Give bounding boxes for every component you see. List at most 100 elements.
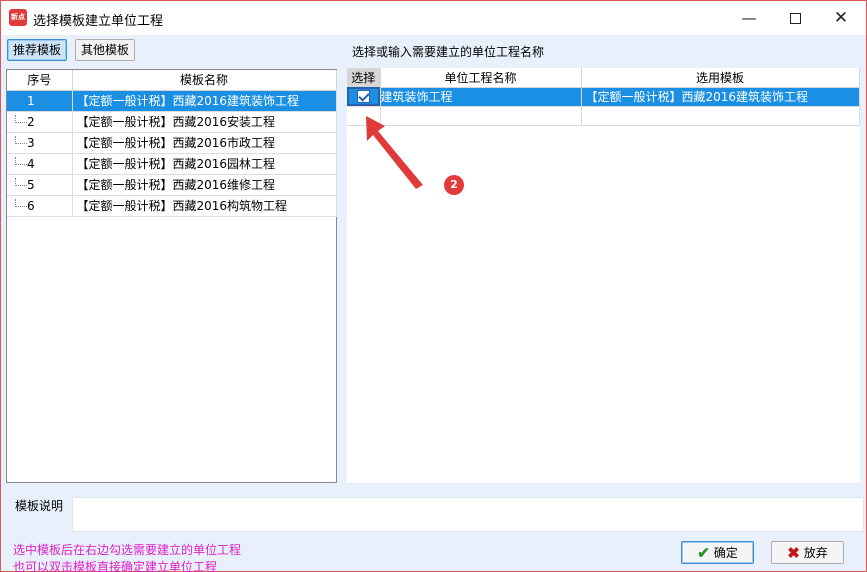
tree-connector-icon xyxy=(15,156,27,165)
table-row[interactable]: 4 【定额一般计税】西藏2016园林工程 xyxy=(7,153,337,175)
title-bar: 新点 选择模板建立单位工程 — ✕ xyxy=(1,1,866,35)
empty-cell xyxy=(7,384,72,405)
empty-cell xyxy=(72,384,336,405)
hint-text-1: 选中模板后在右边勾选需要建立的单位工程 xyxy=(13,543,242,557)
template-name-cell[interactable]: 【定额一般计税】西藏2016构筑物工程 xyxy=(72,195,337,217)
template-description-box[interactable] xyxy=(72,497,864,532)
template-cell[interactable] xyxy=(581,106,860,126)
template-name-cell[interactable]: 【定额一般计税】西藏2016维修工程 xyxy=(72,174,337,196)
project-name-label: 选择或输入需要建立的单位工程名称 xyxy=(352,45,545,59)
empty-cell xyxy=(72,342,336,363)
table-row-empty xyxy=(7,342,336,363)
col-header-template-name[interactable]: 模板名称 xyxy=(72,70,337,91)
empty-cell xyxy=(72,258,336,279)
confirm-button[interactable]: ✔ 确定 xyxy=(681,541,754,564)
table-row-empty xyxy=(7,237,336,258)
row-number-cell[interactable]: 2 xyxy=(7,111,73,133)
empty-cell xyxy=(7,216,72,237)
table-row-empty xyxy=(7,258,336,279)
tree-connector-icon xyxy=(15,114,27,123)
empty-cell xyxy=(72,405,336,426)
empty-cell xyxy=(7,363,72,384)
annotation-badge: 2 xyxy=(444,175,464,195)
empty-cell xyxy=(72,321,336,342)
template-table: 序号 模板名称 1 【定额一般计税】西藏2016建筑装饰工程 2 【定额一般计税】西藏… xyxy=(7,70,337,468)
table-row[interactable]: 建筑装饰工程 【定额一般计税】西藏2016建筑装饰工程 xyxy=(347,87,860,107)
empty-cell xyxy=(7,258,72,279)
tab-other-templates[interactable]: 其他模板 xyxy=(75,39,136,61)
close-button[interactable]: ✕ xyxy=(818,1,864,35)
table-header-row: 序号 模板名称 xyxy=(7,70,337,91)
cross-icon: ✖ xyxy=(787,544,800,562)
empty-cell xyxy=(7,300,72,321)
row-number: 5 xyxy=(27,177,35,192)
empty-cell xyxy=(7,279,72,300)
confirm-label: 确定 xyxy=(713,546,738,560)
row-number-cell[interactable]: 1 xyxy=(7,90,73,112)
table-row-empty xyxy=(7,447,336,468)
empty-cell xyxy=(72,300,336,321)
table-row[interactable]: 5 【定额一般计税】西藏2016维修工程 xyxy=(7,174,337,196)
table-header-row: 选择 单位工程名称 选用模板 xyxy=(347,68,860,88)
close-icon: ✕ xyxy=(833,8,849,28)
empty-cell xyxy=(72,237,336,258)
tree-connector-icon xyxy=(15,135,27,144)
table-row-empty xyxy=(7,384,336,405)
select-cell[interactable] xyxy=(347,87,381,107)
row-number-cell[interactable]: 4 xyxy=(7,153,73,175)
cancel-label: 放弃 xyxy=(803,546,828,560)
empty-cell xyxy=(7,447,72,468)
table-row-empty xyxy=(7,216,336,237)
app-logo-icon: 新点 xyxy=(9,9,27,26)
tree-connector-icon xyxy=(15,177,27,186)
empty-cell xyxy=(7,426,72,447)
row-number: 2 xyxy=(27,114,35,129)
table-row-empty xyxy=(7,321,336,342)
cancel-button[interactable]: ✖ 放弃 xyxy=(771,541,844,564)
table-row-empty xyxy=(7,363,336,384)
empty-cell xyxy=(7,237,72,258)
table-row[interactable]: 6 【定额一般计税】西藏2016构筑物工程 xyxy=(7,195,337,217)
table-row[interactable]: 2 【定额一般计税】西藏2016安装工程 xyxy=(7,111,337,133)
tab-recommended-templates[interactable]: 推荐模板 xyxy=(7,39,68,61)
table-row-empty xyxy=(7,300,336,321)
template-name-cell[interactable]: 【定额一般计税】西藏2016园林工程 xyxy=(72,153,337,175)
row-number-cell[interactable]: 5 xyxy=(7,174,73,196)
template-description-label: 模板说明 xyxy=(15,499,64,513)
checkbox[interactable] xyxy=(356,89,370,103)
table-row-empty xyxy=(7,405,336,426)
col-header-no[interactable]: 序号 xyxy=(7,70,73,91)
maximize-icon xyxy=(789,12,801,24)
template-name-cell[interactable]: 【定额一般计税】西藏2016安装工程 xyxy=(72,111,337,133)
empty-cell xyxy=(7,405,72,426)
checkmark-icon: ✔ xyxy=(697,544,710,562)
empty-cell xyxy=(7,342,72,363)
empty-cell xyxy=(7,321,72,342)
template-cell[interactable]: 【定额一般计税】西藏2016建筑装饰工程 xyxy=(581,87,860,107)
row-number: 6 xyxy=(27,198,35,213)
table-row[interactable]: 1 【定额一般计税】西藏2016建筑装饰工程 xyxy=(7,90,337,112)
col-header-selected-template[interactable]: 选用模板 xyxy=(581,68,860,88)
table-row[interactable]: 3 【定额一般计税】西藏2016市政工程 xyxy=(7,132,337,154)
minimize-icon: — xyxy=(741,9,757,27)
template-list-panel: 序号 模板名称 1 【定额一般计税】西藏2016建筑装饰工程 2 【定额一般计税】西藏… xyxy=(6,69,337,483)
dialog-window: 新点 选择模板建立单位工程 — ✕ 推荐模板 其他模板 序号 模板名称 1 【定额… xyxy=(0,0,867,572)
table-row-empty xyxy=(7,279,336,300)
annotation-arrow-icon xyxy=(366,116,423,189)
empty-cell xyxy=(72,279,336,300)
row-number: 3 xyxy=(27,135,35,150)
row-number-cell[interactable]: 3 xyxy=(7,132,73,154)
project-name-cell[interactable]: 建筑装饰工程 xyxy=(380,87,582,107)
col-header-select[interactable]: 选择 xyxy=(347,68,381,88)
template-name-cell[interactable]: 【定额一般计税】西藏2016建筑装饰工程 xyxy=(72,90,337,112)
col-header-project-name[interactable]: 单位工程名称 xyxy=(380,68,582,88)
minimize-button[interactable]: — xyxy=(726,1,772,35)
row-number-cell[interactable]: 6 xyxy=(7,195,73,217)
table-row-empty xyxy=(7,426,336,447)
maximize-button[interactable] xyxy=(772,1,818,35)
empty-cell xyxy=(72,363,336,384)
empty-cell xyxy=(72,426,336,447)
template-name-cell[interactable]: 【定额一般计税】西藏2016市政工程 xyxy=(72,132,337,154)
tree-connector-icon xyxy=(15,198,27,207)
hint-text-2: 也可以双击模板直接确定建立单位工程 xyxy=(13,560,218,572)
